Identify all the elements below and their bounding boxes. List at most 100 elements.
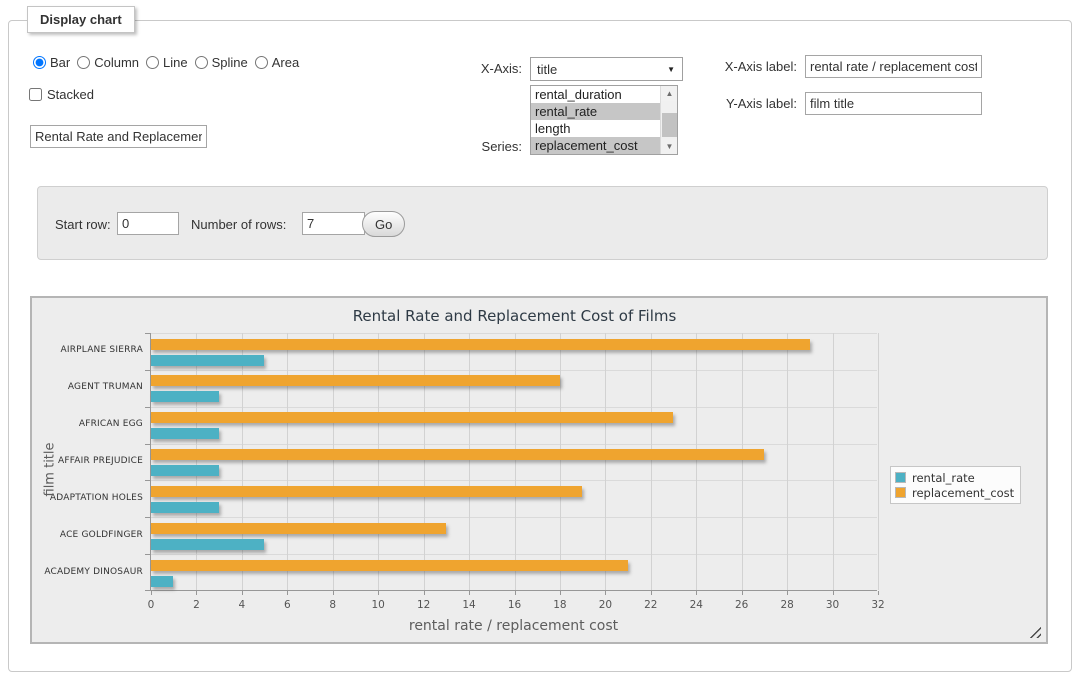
x-tick-label: 28 xyxy=(772,599,802,611)
chart-plot: 02468101214161820222426283032AIRPLANE SI… xyxy=(150,333,877,591)
num-rows-input[interactable] xyxy=(302,212,365,235)
bar-replacement_cost[interactable] xyxy=(151,486,582,497)
bar-rental_rate[interactable] xyxy=(151,428,219,439)
series-option-replacement_cost[interactable]: replacement_cost xyxy=(531,137,660,154)
gridline-vertical xyxy=(833,333,834,590)
stacked-option[interactable]: Stacked xyxy=(29,87,94,102)
gridline-vertical xyxy=(333,333,334,590)
x-axis-tick xyxy=(469,591,470,595)
x-tick-label: 30 xyxy=(818,599,848,611)
chart-type-radio-bar[interactable] xyxy=(33,56,46,69)
x-axis-tick xyxy=(287,591,288,595)
scroll-down-icon[interactable]: ▼ xyxy=(661,139,678,154)
series-option-rental_rate[interactable]: rental_rate xyxy=(531,103,660,120)
bar-replacement_cost[interactable] xyxy=(151,375,560,386)
chart-type-option-spline[interactable]: Spline xyxy=(195,55,248,70)
y-axis-tick xyxy=(145,517,150,518)
series-field-label: Series: xyxy=(440,139,522,154)
x-tick-label: 18 xyxy=(545,599,575,611)
bar-replacement_cost[interactable] xyxy=(151,560,628,571)
x-axis-select[interactable]: title ▼ xyxy=(530,57,683,81)
x-tick-label: 6 xyxy=(272,599,302,611)
category-label: ACADEMY DINOSAUR xyxy=(39,567,143,577)
go-button[interactable]: Go xyxy=(362,211,405,237)
bar-replacement_cost[interactable] xyxy=(151,523,446,534)
y-axis-tick xyxy=(145,480,150,481)
chart-type-label: Spline xyxy=(212,55,248,70)
series-listbox[interactable]: rental_durationrental_ratelengthreplacem… xyxy=(530,85,678,155)
start-row-input[interactable] xyxy=(117,212,179,235)
y-axis-tick xyxy=(145,370,150,371)
y-axis-label-field: Y-Axis label: xyxy=(700,96,797,111)
scrollbar-thumb[interactable] xyxy=(662,113,677,137)
num-rows-label: Number of rows: xyxy=(191,217,286,232)
y-axis-tick xyxy=(145,590,150,591)
bar-replacement_cost[interactable] xyxy=(151,449,764,460)
x-axis-tick xyxy=(651,591,652,595)
x-axis-tick xyxy=(787,591,788,595)
gridline-vertical xyxy=(878,333,879,590)
bar-rental_rate[interactable] xyxy=(151,355,264,366)
x-tick-label: 8 xyxy=(318,599,348,611)
legend-entry-rental_rate[interactable]: rental_rate xyxy=(895,470,1014,485)
scroll-up-icon[interactable]: ▲ xyxy=(661,86,678,101)
x-tick-label: 26 xyxy=(727,599,757,611)
bar-replacement_cost[interactable] xyxy=(151,412,673,423)
x-axis-label-input[interactable] xyxy=(805,55,982,78)
y-axis-label-input[interactable] xyxy=(805,92,982,115)
x-tick-label: 12 xyxy=(409,599,439,611)
gridline-vertical xyxy=(651,333,652,590)
y-axis-tick xyxy=(145,407,150,408)
series-scrollbar[interactable]: ▲ ▼ xyxy=(660,86,677,154)
x-tick-label: 4 xyxy=(227,599,257,611)
chart-type-radio-spline[interactable] xyxy=(195,56,208,69)
chart-legend: rental_ratereplacement_cost xyxy=(890,466,1021,504)
chart-type-label: Column xyxy=(94,55,139,70)
resize-grip-icon[interactable] xyxy=(1029,626,1041,638)
chart-container: Rental Rate and Replacement Cost of Film… xyxy=(30,296,1048,644)
x-axis-tick xyxy=(878,591,879,595)
x-axis-tick xyxy=(833,591,834,595)
x-axis-tick xyxy=(560,591,561,595)
x-axis-tick xyxy=(424,591,425,595)
x-axis-tick xyxy=(333,591,334,595)
stacked-checkbox[interactable] xyxy=(29,88,42,101)
x-axis-label-field: X-Axis label: xyxy=(700,59,797,74)
bar-rental_rate[interactable] xyxy=(151,391,219,402)
chart-title-input[interactable] xyxy=(30,125,207,148)
gridline-vertical xyxy=(242,333,243,590)
chart-type-option-area[interactable]: Area xyxy=(255,55,299,70)
x-tick-label: 22 xyxy=(636,599,666,611)
bar-rental_rate[interactable] xyxy=(151,502,219,513)
chart-type-label: Line xyxy=(163,55,188,70)
gridline-vertical xyxy=(469,333,470,590)
gridline-vertical xyxy=(287,333,288,590)
x-tick-label: 16 xyxy=(500,599,530,611)
x-tick-label: 14 xyxy=(454,599,484,611)
chart-type-option-column[interactable]: Column xyxy=(77,55,139,70)
chart-type-option-bar[interactable]: Bar xyxy=(33,55,70,70)
chart-type-option-line[interactable]: Line xyxy=(146,55,188,70)
chart-type-label: Area xyxy=(272,55,299,70)
x-axis-tick xyxy=(742,591,743,595)
y-axis-title: film title xyxy=(43,427,58,497)
chart-type-radio-column[interactable] xyxy=(77,56,90,69)
legend-label: replacement_cost xyxy=(912,486,1014,500)
series-option-rental_duration[interactable]: rental_duration xyxy=(531,86,660,103)
series-option-length[interactable]: length xyxy=(531,120,660,137)
chart-type-radio-line[interactable] xyxy=(146,56,159,69)
gridline-vertical xyxy=(605,333,606,590)
category-label: AGENT TRUMAN xyxy=(39,382,143,392)
bar-rental_rate[interactable] xyxy=(151,539,264,550)
x-axis-tick xyxy=(605,591,606,595)
bar-rental_rate[interactable] xyxy=(151,465,219,476)
legend-entry-replacement_cost[interactable]: replacement_cost xyxy=(895,485,1014,500)
category-label: ACE GOLDFINGER xyxy=(39,530,143,540)
x-tick-label: 0 xyxy=(136,599,166,611)
x-axis-field-label: X-Axis: xyxy=(440,61,522,76)
chart-type-label: Bar xyxy=(50,55,70,70)
chart-type-radio-area[interactable] xyxy=(255,56,268,69)
bar-rental_rate[interactable] xyxy=(151,576,173,587)
chevron-down-icon: ▼ xyxy=(667,65,675,74)
bar-replacement_cost[interactable] xyxy=(151,339,810,350)
